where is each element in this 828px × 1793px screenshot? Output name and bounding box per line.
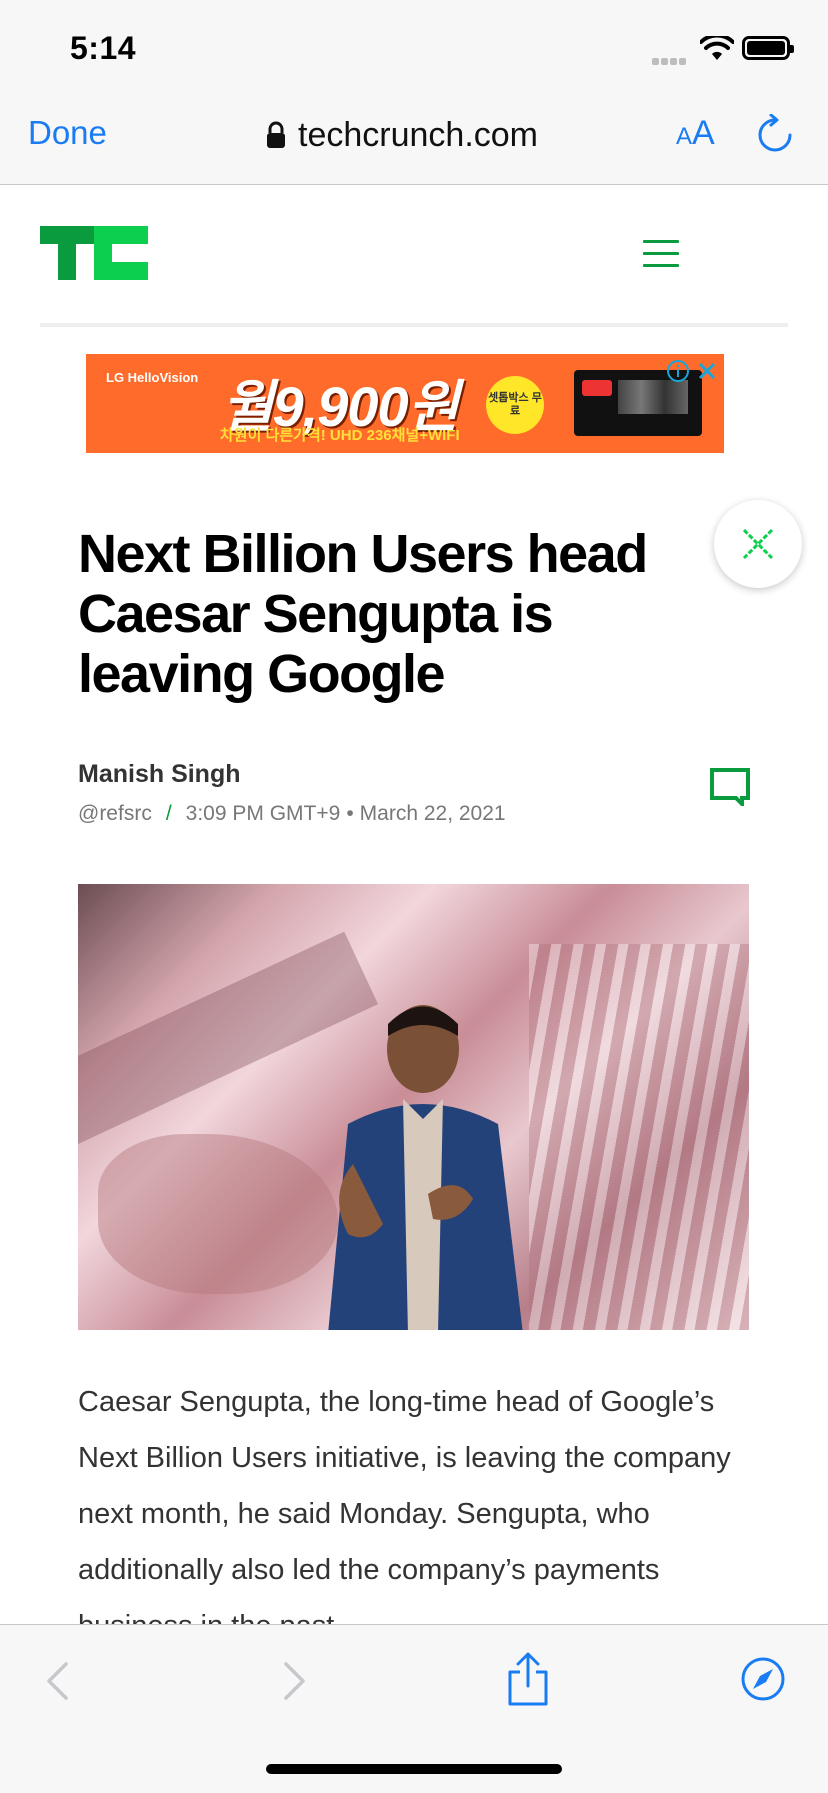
- cellular-signal-icon: [652, 52, 688, 70]
- share-icon[interactable]: [506, 1652, 550, 1706]
- reload-icon[interactable]: [756, 114, 794, 154]
- article-headline: Next Billion Users head Caesar Sengupta …: [78, 524, 648, 704]
- ad-info-icon[interactable]: [666, 359, 690, 383]
- wifi-icon: [700, 36, 734, 60]
- advertisement-banner[interactable]: LG HelloVision 월9,900원 차원이 다른가격! UHD 236…: [86, 354, 724, 453]
- battery-icon: [742, 36, 794, 60]
- article-meta: @refsrc / 3:09 PM GMT+9 • March 22, 2021: [78, 802, 506, 826]
- publish-date: March 22, 2021: [359, 802, 506, 825]
- article-hero-image[interactable]: [78, 884, 749, 1330]
- back-icon[interactable]: [44, 1660, 70, 1702]
- home-indicator[interactable]: [266, 1764, 562, 1774]
- status-time: 5:14: [70, 30, 137, 66]
- techcrunch-logo[interactable]: [40, 226, 148, 280]
- author-name[interactable]: Manish Singh: [78, 760, 241, 789]
- comment-icon[interactable]: [710, 768, 750, 806]
- ad-subtext: 차원이 다른가격! UHD 236채널+WIFI: [220, 427, 460, 444]
- header-divider: [40, 323, 788, 327]
- author-handle[interactable]: @refsrc: [78, 802, 152, 826]
- meta-bullet: •: [346, 802, 354, 825]
- forward-icon[interactable]: [282, 1660, 308, 1702]
- meta-separator: /: [165, 802, 172, 825]
- menu-icon[interactable]: [643, 240, 679, 268]
- publish-time: 3:09 PM GMT+9: [185, 802, 341, 825]
- lock-icon: [267, 121, 285, 148]
- ad-close-icon[interactable]: [696, 360, 718, 382]
- speaker-photo: [328, 1005, 523, 1330]
- compass-icon[interactable]: [740, 1656, 786, 1702]
- ad-brand: LG HelloVision: [106, 370, 199, 385]
- floating-close-button[interactable]: [714, 500, 802, 588]
- url-text: techcrunch.com: [298, 115, 538, 154]
- close-icon: [742, 528, 774, 560]
- text-size-button[interactable]: AA: [676, 114, 715, 153]
- article-body: Caesar Sengupta, the long-time head of G…: [78, 1386, 731, 1642]
- done-button[interactable]: Done: [28, 114, 107, 152]
- address-bar[interactable]: techcrunch.com: [266, 113, 538, 157]
- ad-badge: 셋톱박스 무료: [486, 376, 544, 434]
